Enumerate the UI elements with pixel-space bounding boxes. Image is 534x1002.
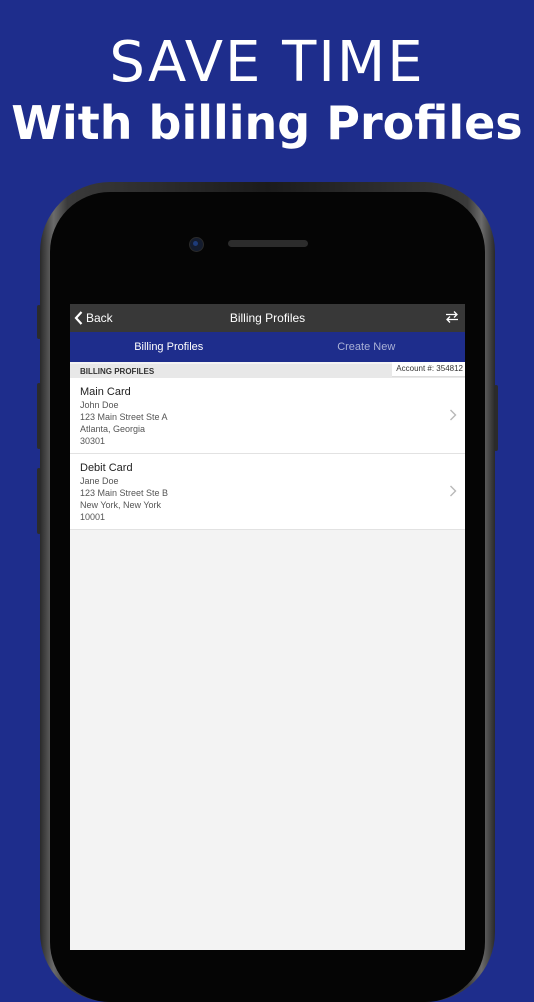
navigation-bar: Back Billing Profiles (70, 304, 465, 332)
tab-billing-profiles[interactable]: Billing Profiles (70, 332, 268, 362)
phone-power-button (494, 385, 498, 451)
profile-row-main-card[interactable]: Main Card John Doe 123 Main Street Ste A… (70, 378, 465, 454)
page-title: Billing Profiles (229, 311, 306, 325)
profile-street: 123 Main Street Ste A (80, 412, 168, 422)
profile-street: 123 Main Street Ste B (80, 488, 169, 498)
segmented-tabs: Billing Profiles Create New (70, 332, 465, 362)
phone-volume-down (37, 468, 41, 534)
profile-title: Debit Card (80, 462, 133, 474)
app-screen: Back Billing Profiles Billing Profiles C… (70, 304, 465, 950)
account-number: Account #: 354812 (392, 362, 465, 377)
profile-zip: 30301 (80, 436, 106, 446)
section-label: BILLING PROFILES (80, 367, 155, 376)
chevron-right-icon (450, 485, 457, 497)
profile-name: Jane Doe (80, 476, 119, 486)
hero-title: SAVE TIME (109, 30, 425, 95)
phone-volume-up (37, 383, 41, 449)
profile-list: Main Card John Doe 123 Main Street Ste A… (70, 378, 465, 530)
chevron-right-icon (450, 409, 457, 421)
profile-city-state: New York, New York (80, 500, 162, 510)
profile-row-debit-card[interactable]: Debit Card Jane Doe 123 Main Street Ste … (70, 454, 465, 530)
camera-icon (189, 237, 204, 252)
profile-city-state: Atlanta, Georgia (80, 424, 146, 434)
tab-create-new[interactable]: Create New (268, 332, 466, 362)
hero-subtitle: With billing Profiles (11, 96, 523, 150)
phone-mute-switch (37, 305, 41, 339)
profile-zip: 10001 (80, 512, 106, 522)
profile-name: John Doe (80, 400, 119, 410)
profile-title: Main Card (80, 386, 131, 398)
speaker-grille (228, 240, 308, 247)
swap-arrows-icon[interactable] (445, 310, 459, 324)
